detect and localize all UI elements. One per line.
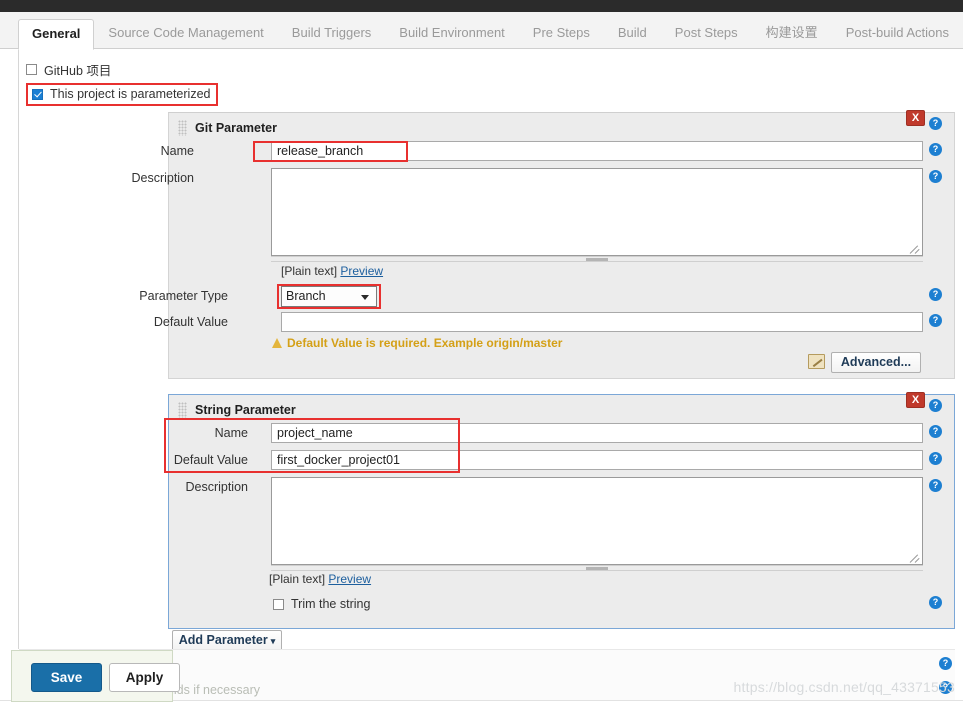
- drag-grip-icon[interactable]: [178, 120, 187, 136]
- string-parameter-delete-button[interactable]: X: [906, 392, 925, 408]
- string-name-help-icon[interactable]: ?: [929, 425, 942, 438]
- string-parameter-help-icon[interactable]: ?: [929, 399, 942, 412]
- tab-post-build-actions[interactable]: Post-build Actions: [832, 18, 963, 49]
- parameterized-checkbox[interactable]: [32, 89, 43, 100]
- git-description-help-icon[interactable]: ?: [929, 170, 942, 183]
- tab-pre-steps-label: Pre Steps: [533, 25, 590, 40]
- github-project-label: GitHub 项目: [44, 60, 111, 79]
- tab-build-triggers[interactable]: Build Triggers: [278, 18, 385, 49]
- tab-general[interactable]: General: [18, 19, 94, 50]
- tab-post-build-actions-label: Post-build Actions: [846, 25, 949, 40]
- trim-the-string-help-icon[interactable]: ?: [929, 596, 942, 609]
- trim-the-string-label: Trim the string: [291, 597, 370, 611]
- watermark-text: https://blog.csdn.net/qq_43371553: [734, 679, 955, 695]
- git-description-markup-info: [Plain text] Preview: [281, 264, 383, 278]
- trim-the-string-option[interactable]: Trim the string: [273, 597, 370, 611]
- string-plain-text-label: [Plain text]: [269, 572, 325, 586]
- tab-general-label: General: [32, 26, 80, 41]
- git-parameter-type-value: Branch: [286, 289, 326, 303]
- string-description-markup-info: [Plain text] Preview: [269, 572, 371, 586]
- git-parameter-type-label: Parameter Type: [104, 289, 228, 303]
- parameterized-label: This project is parameterized: [50, 87, 210, 101]
- string-name-label: Name: [182, 426, 248, 440]
- string-description-label: Description: [182, 480, 248, 494]
- git-description-drag-bar[interactable]: [271, 256, 923, 262]
- edit-note-icon[interactable]: [808, 354, 825, 369]
- tab-build-triggers-label: Build Triggers: [292, 25, 371, 40]
- tab-build-settings-label: 构建设置: [766, 25, 818, 40]
- window-top-strip: [0, 0, 963, 12]
- git-default-value-label: Default Value: [128, 315, 228, 329]
- string-description-textarea[interactable]: [271, 477, 923, 565]
- string-preview-link[interactable]: Preview: [328, 572, 371, 586]
- add-parameter-button[interactable]: Add Parameter▾: [172, 630, 282, 651]
- git-parameter-type-select[interactable]: Branch: [281, 286, 377, 307]
- tab-post-steps-label: Post Steps: [675, 25, 738, 40]
- git-description-label: Description: [128, 171, 194, 185]
- git-name-label: Name: [128, 144, 194, 158]
- tab-build-settings[interactable]: 构建设置: [752, 18, 832, 49]
- tab-build-environment[interactable]: Build Environment: [385, 18, 519, 49]
- github-project-option[interactable]: GitHub 项目: [26, 60, 111, 79]
- tab-build-label: Build: [618, 25, 647, 40]
- tab-source-code-management-label: Source Code Management: [108, 25, 263, 40]
- string-description-help-icon[interactable]: ?: [929, 479, 942, 492]
- tab-build-environment-label: Build Environment: [399, 25, 505, 40]
- git-default-value-warning: Default Value is required. Example origi…: [272, 336, 562, 350]
- drag-grip-icon[interactable]: [178, 402, 187, 418]
- tab-pre-steps[interactable]: Pre Steps: [519, 18, 604, 49]
- add-parameter-label: Add Parameter: [179, 633, 268, 647]
- git-parameter-help-icon[interactable]: ?: [929, 117, 942, 130]
- string-default-value-input[interactable]: [271, 450, 923, 470]
- parameterized-option[interactable]: This project is parameterized: [26, 83, 218, 106]
- string-description-drag-bar[interactable]: [271, 565, 923, 571]
- chevron-down-icon: [361, 295, 369, 300]
- string-default-value-label: Default Value: [160, 453, 248, 467]
- git-parameter-type-help-icon[interactable]: ?: [929, 288, 942, 301]
- git-parameter-title: Git Parameter: [195, 121, 277, 135]
- action-bar: Save Apply: [11, 650, 173, 702]
- git-description-textarea[interactable]: [271, 168, 923, 256]
- git-default-value-input[interactable]: [281, 312, 923, 332]
- string-default-value-help-icon[interactable]: ?: [929, 452, 942, 465]
- bottom-help-icon-1[interactable]: ?: [939, 657, 952, 670]
- git-default-value-warning-text: Default Value is required. Example origi…: [287, 336, 562, 350]
- tab-post-steps[interactable]: Post Steps: [661, 18, 752, 49]
- drag-knob-icon: [586, 567, 608, 570]
- trim-the-string-checkbox[interactable]: [273, 599, 284, 610]
- git-name-input[interactable]: [271, 141, 923, 161]
- github-project-checkbox[interactable]: [26, 64, 37, 75]
- git-default-value-help-icon[interactable]: ?: [929, 314, 942, 327]
- git-name-help-icon[interactable]: ?: [929, 143, 942, 156]
- caret-down-icon: ▾: [271, 636, 276, 646]
- string-name-input[interactable]: [271, 423, 923, 443]
- save-button[interactable]: Save: [31, 663, 102, 692]
- git-parameter-delete-button[interactable]: X: [906, 110, 925, 126]
- drag-knob-icon: [586, 258, 608, 261]
- apply-button[interactable]: Apply: [109, 663, 180, 692]
- git-parameter-type-select-wrap: Branch: [281, 286, 377, 307]
- config-tab-bar: General Source Code Management Build Tri…: [0, 12, 963, 49]
- warning-triangle-icon: [272, 338, 282, 348]
- tab-build[interactable]: Build: [604, 18, 661, 49]
- git-preview-link[interactable]: Preview: [340, 264, 383, 278]
- string-parameter-title: String Parameter: [195, 403, 296, 417]
- git-plain-text-label: [Plain text]: [281, 264, 337, 278]
- tab-list: General Source Code Management Build Tri…: [18, 18, 963, 49]
- form-left-rail: [18, 49, 19, 649]
- tab-source-code-management[interactable]: Source Code Management: [94, 18, 277, 49]
- git-advanced-button[interactable]: Advanced...: [831, 352, 921, 373]
